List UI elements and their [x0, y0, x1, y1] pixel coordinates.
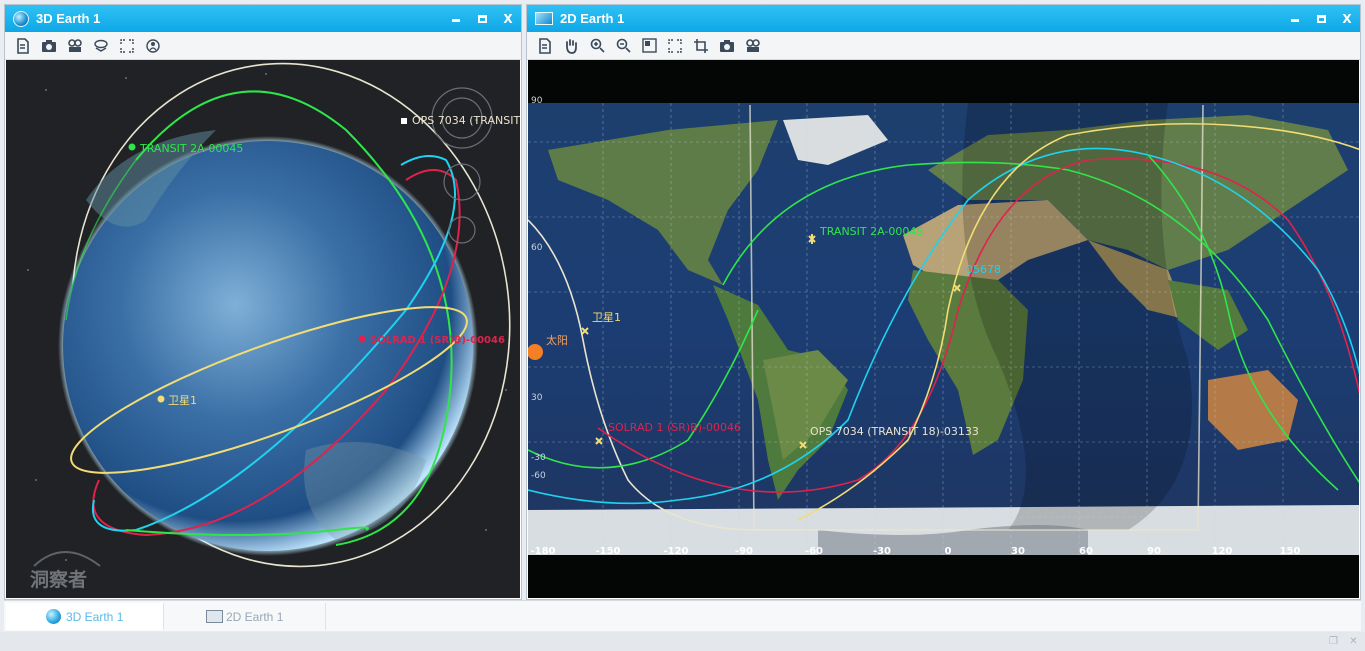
satellite-transit-marker[interactable]	[128, 143, 136, 151]
document-icon[interactable]	[13, 36, 33, 56]
map-weixing-label: 卫星1	[592, 311, 621, 324]
map-transit-label: TRANSIT 2A-00045	[819, 225, 923, 238]
camera-icon[interactable]	[39, 36, 59, 56]
zoom-out-icon[interactable]	[613, 36, 633, 56]
satellite-ops-marker[interactable]	[401, 118, 407, 124]
earth-2d-title: 2D Earth 1	[560, 11, 625, 26]
latitude-tick-label: -30	[531, 453, 546, 463]
longitude-tick-label: -120	[663, 546, 688, 557]
watermark-logo: 洞察者	[30, 568, 87, 591]
earth-3d-title: 3D Earth 1	[36, 11, 101, 26]
minimize-button[interactable]	[443, 5, 469, 32]
latitude-tick-label: 90	[531, 96, 543, 106]
earth-2d-viewport[interactable]: 太阳 TRANSIT 2A-00045 05678 卫星1 SOLRAD 1 (…	[528, 60, 1359, 598]
fullscreen-icon[interactable]	[117, 36, 137, 56]
earth-3d-viewport[interactable]: TRANSIT 2A-00045 OPS 7034 (TRANSIT SOLRA…	[6, 60, 520, 598]
longitude-tick-label: 120	[1212, 546, 1233, 557]
earth-2d-titlebar[interactable]: 2D Earth 1 X	[527, 5, 1360, 32]
map-ops-label: OPS 7034 (TRANSIT 18)-03133	[810, 425, 979, 438]
earth-2d-toolbar	[527, 32, 1360, 60]
longitude-tick-label: 0	[945, 546, 952, 557]
longitude-tick-label: 90	[1147, 546, 1161, 557]
satellite-weixing-marker[interactable]	[157, 395, 165, 403]
status-bar: ❐ ✕	[0, 632, 1365, 651]
longitude-tick-label: 30	[1011, 546, 1025, 557]
earth-3d-pane: 3D Earth 1 X TRANSIT 2A-00045 OPS 7034 (…	[4, 4, 522, 600]
globe-icon	[46, 609, 61, 624]
earth-3d-scene[interactable]: TRANSIT 2A-00045 OPS 7034 (TRANSIT SOLRA…	[6, 60, 520, 598]
longitude-tick-label: -30	[873, 546, 891, 557]
satellite-transit-label: TRANSIT 2A-00045	[139, 142, 243, 155]
globe-icon	[13, 10, 29, 27]
earth-3d-toolbar	[5, 32, 521, 60]
close-button[interactable]: X	[1334, 5, 1360, 32]
camera-icon[interactable]	[717, 36, 737, 56]
layers-icon[interactable]	[91, 36, 111, 56]
compass-icon[interactable]	[143, 36, 163, 56]
application-window: 3D Earth 1 X TRANSIT 2A-00045 OPS 7034 (…	[0, 0, 1365, 651]
satellite-weixing-label: 卫星1	[168, 394, 197, 407]
satellite-solrad-marker[interactable]	[358, 335, 366, 343]
map-05678-label: 05678	[966, 263, 1001, 276]
latitude-tick-label: -60	[531, 471, 546, 481]
video-record-icon[interactable]	[743, 36, 763, 56]
latitude-tick-label: 60	[531, 243, 543, 253]
earth-3d-titlebar[interactable]: 3D Earth 1 X	[5, 5, 521, 32]
fullscreen-icon[interactable]	[665, 36, 685, 56]
zoom-in-icon[interactable]	[587, 36, 607, 56]
latitude-tick-label: 30	[531, 393, 543, 403]
crop-icon[interactable]	[691, 36, 711, 56]
video-record-icon[interactable]	[65, 36, 85, 56]
earth-2d-map[interactable]: 太阳 TRANSIT 2A-00045 05678 卫星1 SOLRAD 1 (…	[528, 60, 1359, 598]
longitude-tick-label: -90	[735, 546, 753, 557]
sun-label: 太阳	[546, 334, 568, 347]
longitude-tick-label: -60	[805, 546, 823, 557]
minimize-button[interactable]	[1282, 5, 1308, 32]
tab-2d-earth[interactable]: 2D Earth 1	[166, 603, 326, 630]
close-icon[interactable]: ✕	[1348, 636, 1359, 647]
hand-pan-icon[interactable]	[561, 36, 581, 56]
longitude-tick-label: 60	[1079, 546, 1093, 557]
longitude-tick-label: -180	[530, 546, 555, 557]
tab-3d-earth[interactable]: 3D Earth 1	[6, 603, 164, 630]
satellite-solrad-label: SOLRAD 1 (SR)B)-00046	[370, 335, 505, 346]
map-icon	[535, 12, 553, 25]
maximize-button[interactable]	[469, 5, 495, 32]
satellite-ops-label: OPS 7034 (TRANSIT	[412, 114, 520, 127]
select-area-icon[interactable]	[639, 36, 659, 56]
earth-2d-pane: 2D Earth 1 X 太阳 TRANSIT 2A-00045 05678 卫…	[526, 4, 1361, 600]
document-tabbar: 3D Earth 1 2D Earth 1	[4, 600, 1361, 631]
map-solrad-label: SOLRAD 1 (SR)B)-00046	[608, 421, 741, 434]
document-icon[interactable]	[535, 36, 555, 56]
longitude-tick-label: 150	[1280, 546, 1301, 557]
close-button[interactable]: X	[495, 5, 521, 32]
restore-icon[interactable]: ❐	[1328, 636, 1339, 647]
maximize-button[interactable]	[1308, 5, 1334, 32]
map-icon	[206, 610, 223, 623]
longitude-tick-label: -150	[595, 546, 620, 557]
